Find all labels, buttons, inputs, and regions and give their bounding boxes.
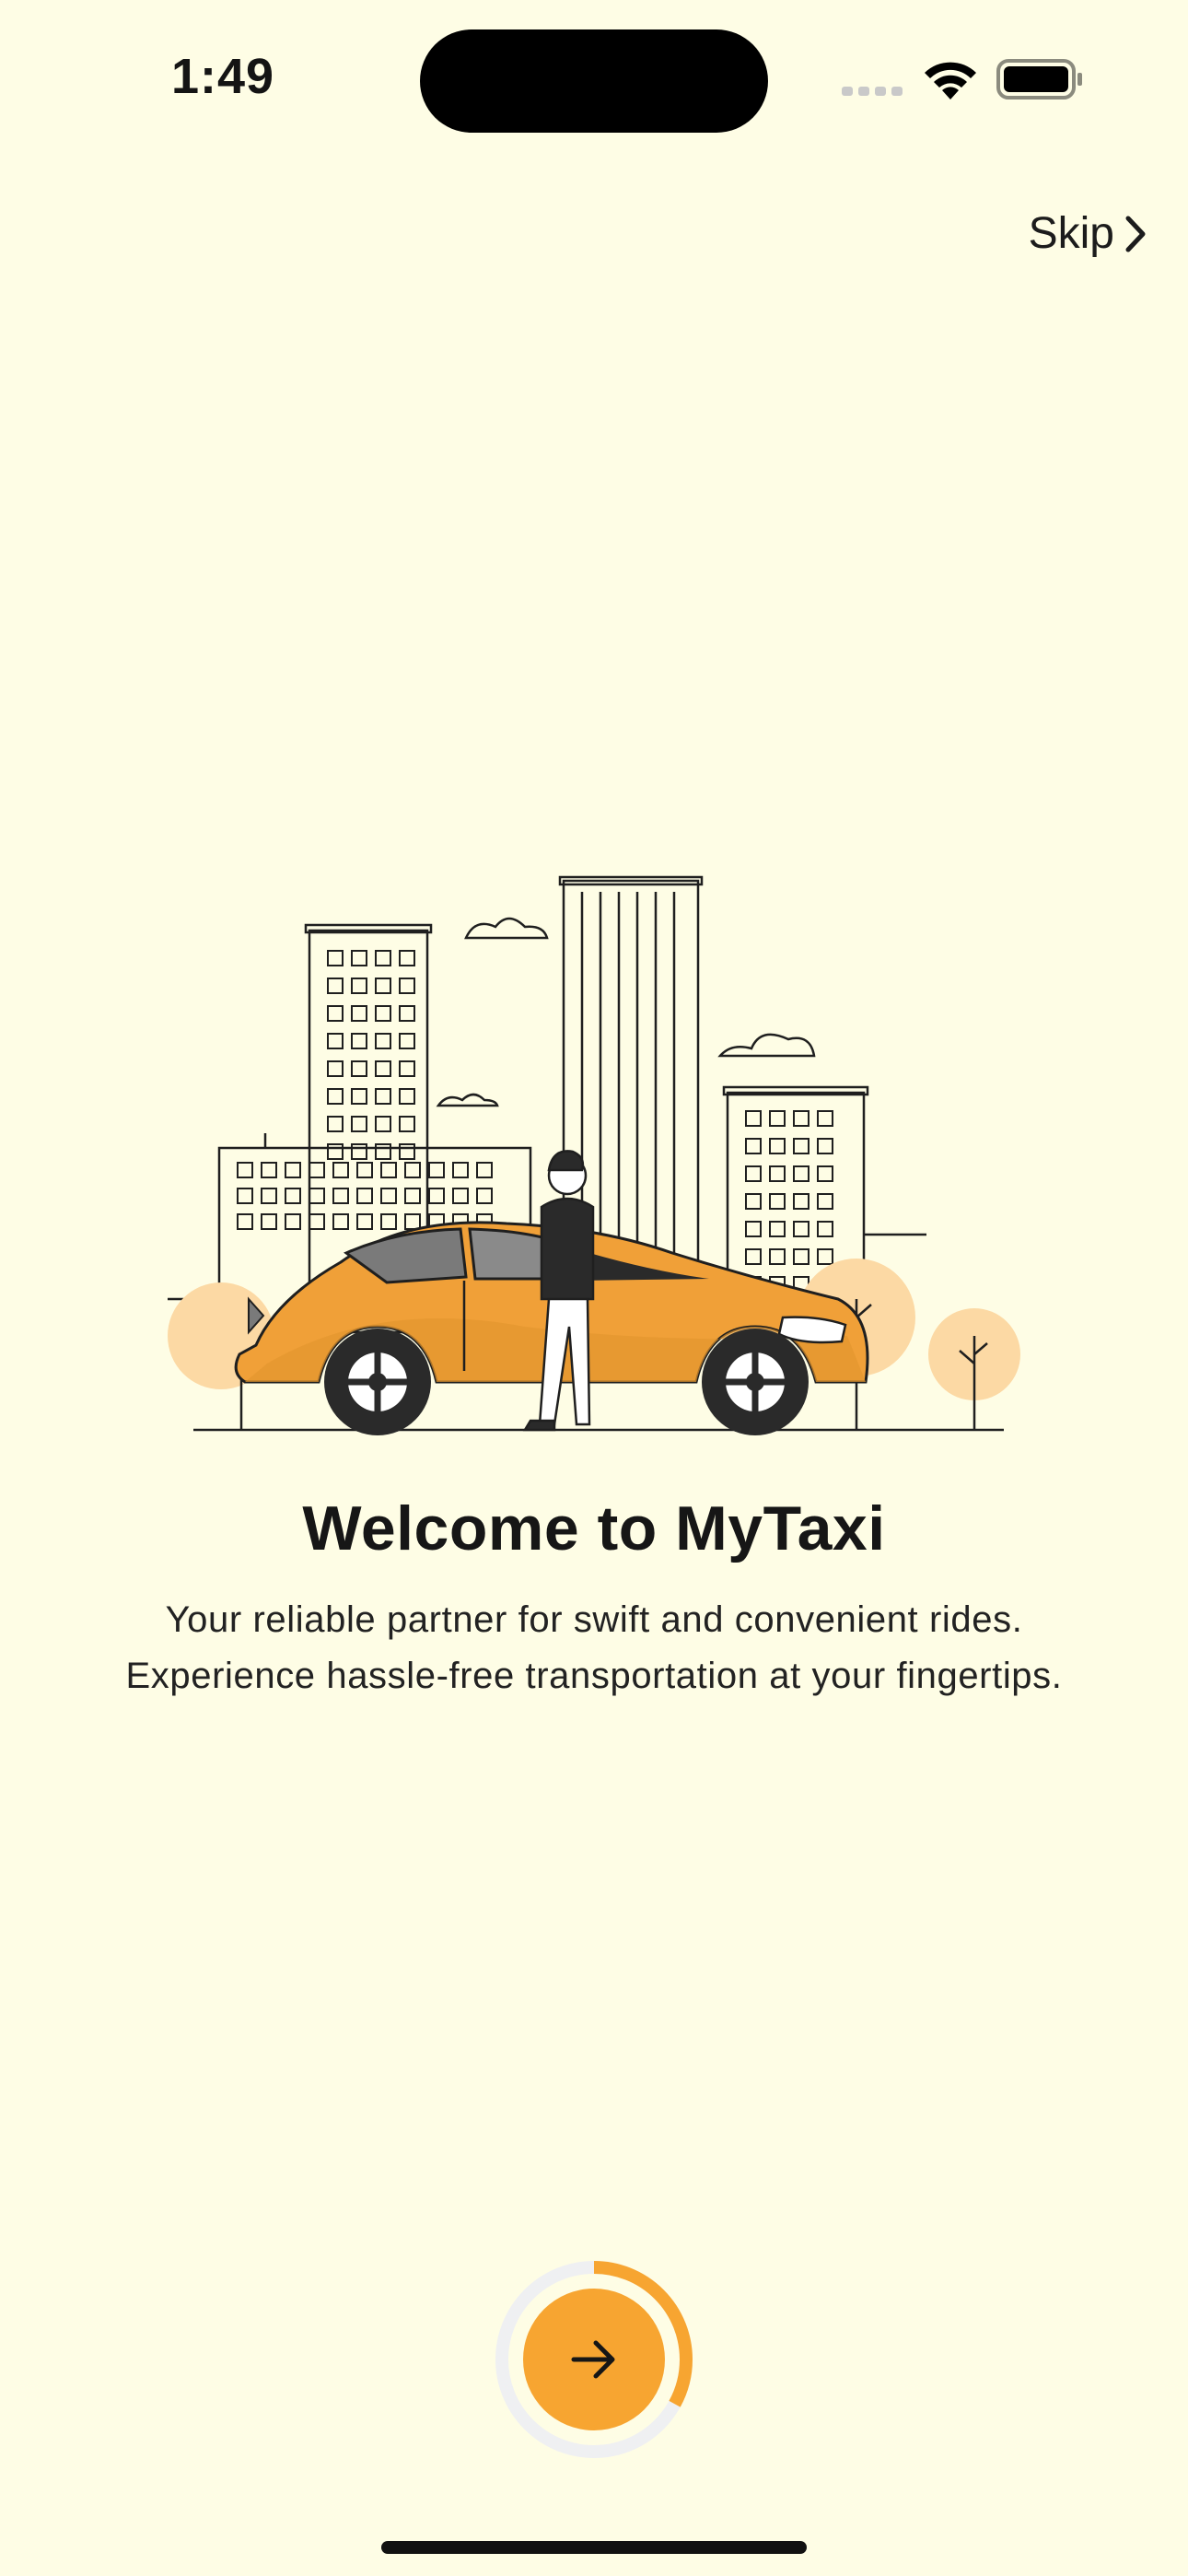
arrow-right-icon bbox=[571, 2340, 615, 2379]
onboarding-subtitle: Your reliable partner for swift and conv… bbox=[37, 1592, 1151, 1704]
skip-button[interactable]: Skip bbox=[1029, 208, 1147, 259]
subtitle-line-1: Your reliable partner for swift and conv… bbox=[165, 1599, 1023, 1640]
taxi-city-illustration bbox=[168, 875, 1020, 1435]
status-time: 1:49 bbox=[171, 49, 275, 104]
chevron-right-icon bbox=[1125, 216, 1146, 252]
next-button[interactable] bbox=[523, 2289, 665, 2430]
status-bar: 1:49 bbox=[0, 0, 1188, 157]
next-progress-ring bbox=[494, 2259, 694, 2460]
wifi-icon bbox=[925, 62, 976, 100]
subtitle-line-2: Experience hassle-free transportation at… bbox=[125, 1656, 1063, 1696]
battery-icon bbox=[996, 59, 1082, 100]
dynamic-island bbox=[420, 29, 768, 133]
onboarding-title: Welcome to MyTaxi bbox=[302, 1493, 886, 1563]
home-indicator bbox=[381, 2541, 807, 2554]
cellular-signal-icon bbox=[842, 87, 903, 96]
skip-label: Skip bbox=[1028, 209, 1114, 258]
